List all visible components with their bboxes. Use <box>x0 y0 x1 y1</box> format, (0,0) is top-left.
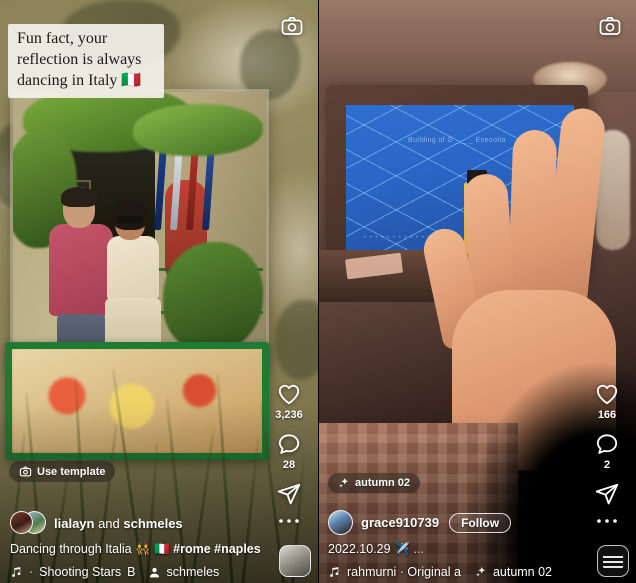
like-button[interactable]: 166 <box>594 381 620 421</box>
more-options-button[interactable] <box>596 517 618 525</box>
audio-credit[interactable]: schmeles <box>167 565 220 579</box>
username-collab[interactable]: lialayn and schmeles <box>54 516 183 531</box>
audio-disc-thumbnail[interactable] <box>597 545 629 577</box>
right-action-rail[interactable]: 166 2 <box>584 381 630 535</box>
date-more[interactable]: ... <box>414 542 424 556</box>
share-button[interactable] <box>594 481 620 507</box>
sparkle-icon <box>339 478 348 488</box>
like-count: 3,236 <box>275 409 303 421</box>
avatar[interactable] <box>328 510 353 535</box>
potted-plants <box>163 242 263 352</box>
avatar-group[interactable] <box>10 511 46 535</box>
left-action-rail[interactable]: 3,236 28 <box>266 381 312 535</box>
person-woman <box>101 200 165 364</box>
like-button[interactable]: 3,236 <box>275 381 303 421</box>
caption-text: Dancing through Italia 👯 🇮🇹 <box>10 542 174 556</box>
music-note-icon <box>12 566 21 577</box>
username-secondary: schmeles <box>123 515 183 531</box>
caption-hashtags[interactable]: #rome #naples <box>173 542 261 556</box>
side-by-side-video-comparison: Fun fact, your reflection is always danc… <box>0 0 636 583</box>
effect-tag-button[interactable]: autumn 02 <box>328 473 421 494</box>
username-primary: lialayn <box>54 515 95 531</box>
comment-count: 2 <box>603 459 611 471</box>
caption[interactable]: Dancing through Italia 👯 🇮🇹 #rome #naple… <box>10 542 264 557</box>
effect-tag-label: autumn 02 <box>355 477 411 489</box>
vine-leaves <box>133 104 263 156</box>
share-button[interactable] <box>276 481 302 507</box>
music-note-icon <box>330 566 339 577</box>
right-video-panel[interactable]: Building of G _ _ _ Eseoolta • • • • • •… <box>318 0 636 583</box>
like-count: 166 <box>597 409 617 421</box>
account-row[interactable]: lialayn and schmeles <box>10 511 264 535</box>
camera-icon[interactable] <box>277 11 307 41</box>
left-video-panel[interactable]: Fun fact, your reflection is always danc… <box>0 0 318 583</box>
sparkle-icon <box>476 567 485 577</box>
text-sticker: Fun fact, your reflection is always danc… <box>8 24 164 99</box>
camera-icon[interactable] <box>595 11 625 41</box>
audio-title[interactable]: Shooting Stars <box>39 565 121 579</box>
audio-title[interactable]: rahmurni · Original a <box>347 565 461 579</box>
left-meta-block: lialayn and schmeles Dancing through Ita… <box>10 511 264 583</box>
comment-button[interactable]: 2 <box>594 431 620 471</box>
audio-row[interactable]: rahmurni · Original a autumn 02 <box>328 565 582 579</box>
mirror-reflection-photo <box>13 92 266 364</box>
audio-row[interactable]: · Shooting Stars B schmeles <box>10 565 264 579</box>
follow-button[interactable]: Follow <box>449 512 512 533</box>
audio-artist: B <box>127 565 136 579</box>
audio-separator: · <box>29 565 34 579</box>
post-date: 2022.10.29 ✈️... <box>328 542 582 557</box>
more-options-button[interactable] <box>278 517 300 525</box>
panel-divider <box>318 0 319 583</box>
comment-count: 28 <box>282 459 296 471</box>
account-row[interactable]: grace910739 Follow <box>328 510 582 535</box>
use-template-label: Use template <box>37 465 106 478</box>
username[interactable]: grace910739 <box>361 515 439 530</box>
caption-more[interactable]: ... <box>261 542 264 556</box>
username-conjunction: and <box>94 515 124 531</box>
foliage-shadow <box>275 300 318 380</box>
post-date-text: 2022.10.29 ✈️ <box>328 542 410 556</box>
use-template-button[interactable]: Use template <box>9 461 116 483</box>
sticker-text: Fun fact, your reflection is always danc… <box>17 30 142 89</box>
right-meta-block: grace910739 Follow 2022.10.29 ✈️... rahm… <box>328 510 582 583</box>
person-icon <box>149 567 159 577</box>
avatar[interactable] <box>10 511 33 534</box>
audio-cover-thumbnail[interactable] <box>279 545 311 577</box>
audio-effect-label[interactable]: autumn 02 <box>493 565 552 579</box>
comment-button[interactable]: 28 <box>276 431 302 471</box>
camera-icon <box>19 466 32 477</box>
